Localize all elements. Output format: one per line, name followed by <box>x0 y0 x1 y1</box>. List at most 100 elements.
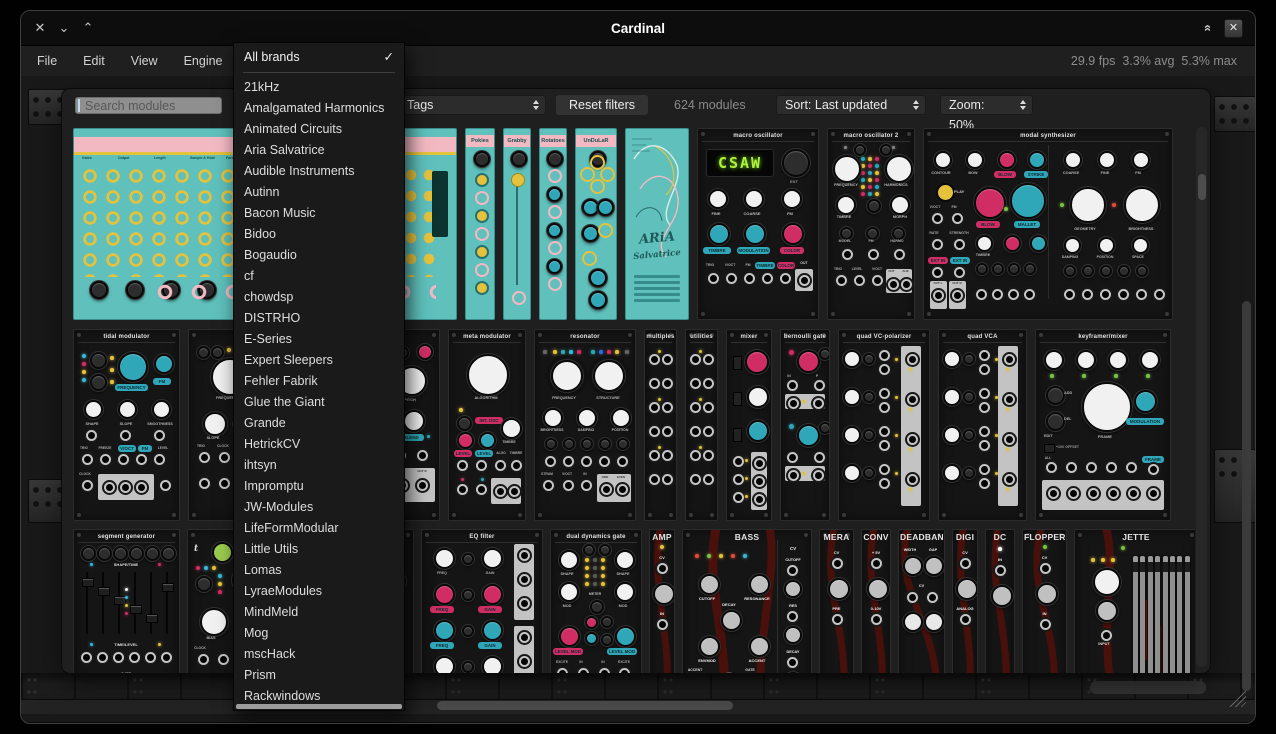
module-card[interactable]: UnDuLaR <box>575 128 617 320</box>
browser-scrollbar-handle[interactable] <box>1198 174 1206 200</box>
menu-engine[interactable]: Engine <box>184 54 223 68</box>
module-card[interactable]: EQ filterFREQGAINFREQGAINFREQGAINFREQGAI… <box>421 529 543 673</box>
module-card[interactable]: utilities <box>685 329 718 521</box>
brand-menu-item[interactable]: Expert Sleepers <box>234 350 404 371</box>
led <box>998 547 1002 551</box>
brand-menu-item[interactable]: Animated Circuits <box>234 119 404 140</box>
module-card[interactable]: JETTEINPUT <box>1074 529 1195 673</box>
module-card[interactable]: macro oscillator 2FREQUENCYHARMONICSTIMB… <box>827 128 915 320</box>
close-icon[interactable]: ✕ <box>33 21 47 35</box>
unshade-icon[interactable]: ⌃ <box>81 21 95 35</box>
module-card[interactable]: segment generatorSHAPE/TIMETIME/LEVELGAT… <box>73 529 180 673</box>
menu-scroll-indicator[interactable] <box>236 704 402 709</box>
brand-menu-item[interactable]: LifeFormModular <box>234 518 404 539</box>
module-card[interactable]: MERACVPRE <box>819 529 854 673</box>
brand-menu-item[interactable]: Mog <box>234 623 404 644</box>
brand-menu-item[interactable]: Prism <box>234 665 404 686</box>
micro-label: IN <box>597 660 609 667</box>
brand-menu-selected[interactable]: All brands ✓ <box>234 46 404 68</box>
knob <box>1010 183 1046 219</box>
brand-menu-item[interactable]: Lomas <box>234 560 404 581</box>
module-card[interactable]: ARiASalvatrice <box>625 128 689 320</box>
jack <box>617 484 628 495</box>
brand-menu-item[interactable]: LyraeModules <box>234 581 404 602</box>
module-card[interactable]: BASSCUTOFFRESONANCEDECAYENVMODACCENTACCE… <box>682 529 812 673</box>
stepper-icon <box>533 100 539 110</box>
knob <box>974 187 1006 219</box>
search-input[interactable] <box>75 97 222 114</box>
jack <box>1068 488 1079 499</box>
menu-file[interactable]: File <box>37 54 57 68</box>
horizontal-scrollbar-handle[interactable] <box>437 701 733 710</box>
brand-menu-item[interactable]: Bidoo <box>234 224 404 245</box>
sort-select[interactable]: Sort: Last updated <box>776 95 926 115</box>
module-card[interactable]: DEADBANDWIDTHGAPCV <box>898 529 945 673</box>
brand-menu-item[interactable]: JW-Modules <box>234 497 404 518</box>
micro-label: FM <box>858 239 884 246</box>
module-card[interactable]: mixer <box>726 329 772 521</box>
ring <box>512 291 526 305</box>
module-card[interactable]: Grabby <box>503 128 531 320</box>
brand-menu-item[interactable]: cf <box>234 266 404 287</box>
brand-menu-item[interactable]: Little Utils <box>234 539 404 560</box>
brand-menu-item[interactable]: chowdsp <box>234 287 404 308</box>
brand-menu-item[interactable]: Audible Instruments <box>234 161 404 182</box>
brand-menu-item[interactable]: mscHack <box>234 644 404 665</box>
app-icon[interactable]: ✕ <box>1224 19 1243 38</box>
module-card[interactable]: keyframer/mixerADDDELEDITFRAMEMODULATION… <box>1035 329 1171 521</box>
brand-menu-item[interactable]: Bogaudio <box>234 245 404 266</box>
menu-edit[interactable]: Edit <box>83 54 105 68</box>
brand-menu-item[interactable]: Autinn <box>234 182 404 203</box>
shade-icon[interactable]: ⌄ <box>57 21 71 35</box>
knob <box>203 412 227 436</box>
led <box>543 350 547 354</box>
micro-label: GAIN <box>478 571 502 578</box>
tags-select-label: Tags <box>407 98 433 112</box>
brand-menu-item[interactable]: 21kHz <box>234 77 404 98</box>
module-card[interactable]: Rotatoes <box>539 128 567 320</box>
module-card[interactable]: tidal modulatorFREQUENCYFMSHAPESLOPESMOO… <box>73 329 180 521</box>
brand-menu-item[interactable]: Bacon Music <box>234 203 404 224</box>
brand-menu-item[interactable]: Aria Salvatrice <box>234 140 404 161</box>
module-card[interactable]: Pokies <box>465 128 495 320</box>
text-line <box>634 293 680 296</box>
module-card[interactable]: resonatorFREQUENCYSTRUCTUREBRIGHTNESSDAM… <box>534 329 636 521</box>
reset-filters-button[interactable]: Reset filters <box>556 95 648 115</box>
knob <box>547 187 562 202</box>
ring <box>598 223 613 238</box>
led <box>625 350 629 354</box>
brand-menu-item[interactable]: ihtsyn <box>234 455 404 476</box>
brand-menu-item[interactable]: Grande <box>234 413 404 434</box>
brand-menu-item[interactable]: DISTRHO <box>234 308 404 329</box>
background-scrollbar[interactable] <box>1090 681 1206 694</box>
menu-view[interactable]: View <box>131 54 158 68</box>
collapse-icon[interactable]: » <box>1200 21 1214 35</box>
module-card[interactable]: quad VC-polarizer <box>838 329 930 521</box>
brand-menu-item[interactable]: HetrickCV <box>234 434 404 455</box>
module-card[interactable]: quad VCA <box>938 329 1027 521</box>
module-card[interactable]: AMPCVIN <box>649 529 675 673</box>
module-card[interactable]: CONV+ 5V0-10V <box>861 529 891 673</box>
rack-vertical-scrollbar[interactable] <box>1242 301 1251 691</box>
brand-menu-item[interactable]: E-Series <box>234 329 404 350</box>
module-card[interactable]: FLOPPERCVIN <box>1022 529 1067 673</box>
label-pill: MODULATION <box>737 247 770 254</box>
brand-menu-item[interactable]: Glue the Giant <box>234 392 404 413</box>
module-card[interactable]: bernoulli gateINP <box>780 329 830 521</box>
module-card[interactable]: modal synthesizerCONTOURBOWBLOWSTRIKEPLA… <box>923 128 1173 320</box>
module-card[interactable]: macro oscillatorCSAWEXTFINECOARSEFMTIMBR… <box>697 128 819 320</box>
jack <box>145 652 156 663</box>
brand-menu-item[interactable]: Impromptu <box>234 476 404 497</box>
brand-menu-item[interactable]: Fehler Fabrik <box>234 371 404 392</box>
module-card[interactable]: dual dynamics gateSHAPESHAPEMETERMODMODL… <box>550 529 642 673</box>
brand-menu-item[interactable]: Amalgamated Harmonics <box>234 98 404 119</box>
module-card[interactable]: multiples <box>644 329 677 521</box>
zoom-select[interactable]: Zoom: 50% <box>940 95 1033 115</box>
tags-select[interactable]: Tags <box>398 95 546 115</box>
module-card[interactable]: DIGICVANALOG <box>952 529 978 673</box>
brand-menu-item[interactable]: MindMeld <box>234 602 404 623</box>
browser-scrollbar-track[interactable] <box>1196 127 1207 667</box>
module-card[interactable]: meta modulatorALGORITHMINT. OSCTIMBRELEV… <box>448 329 526 521</box>
module-card[interactable]: DCIN <box>985 529 1015 673</box>
jack <box>662 450 673 461</box>
